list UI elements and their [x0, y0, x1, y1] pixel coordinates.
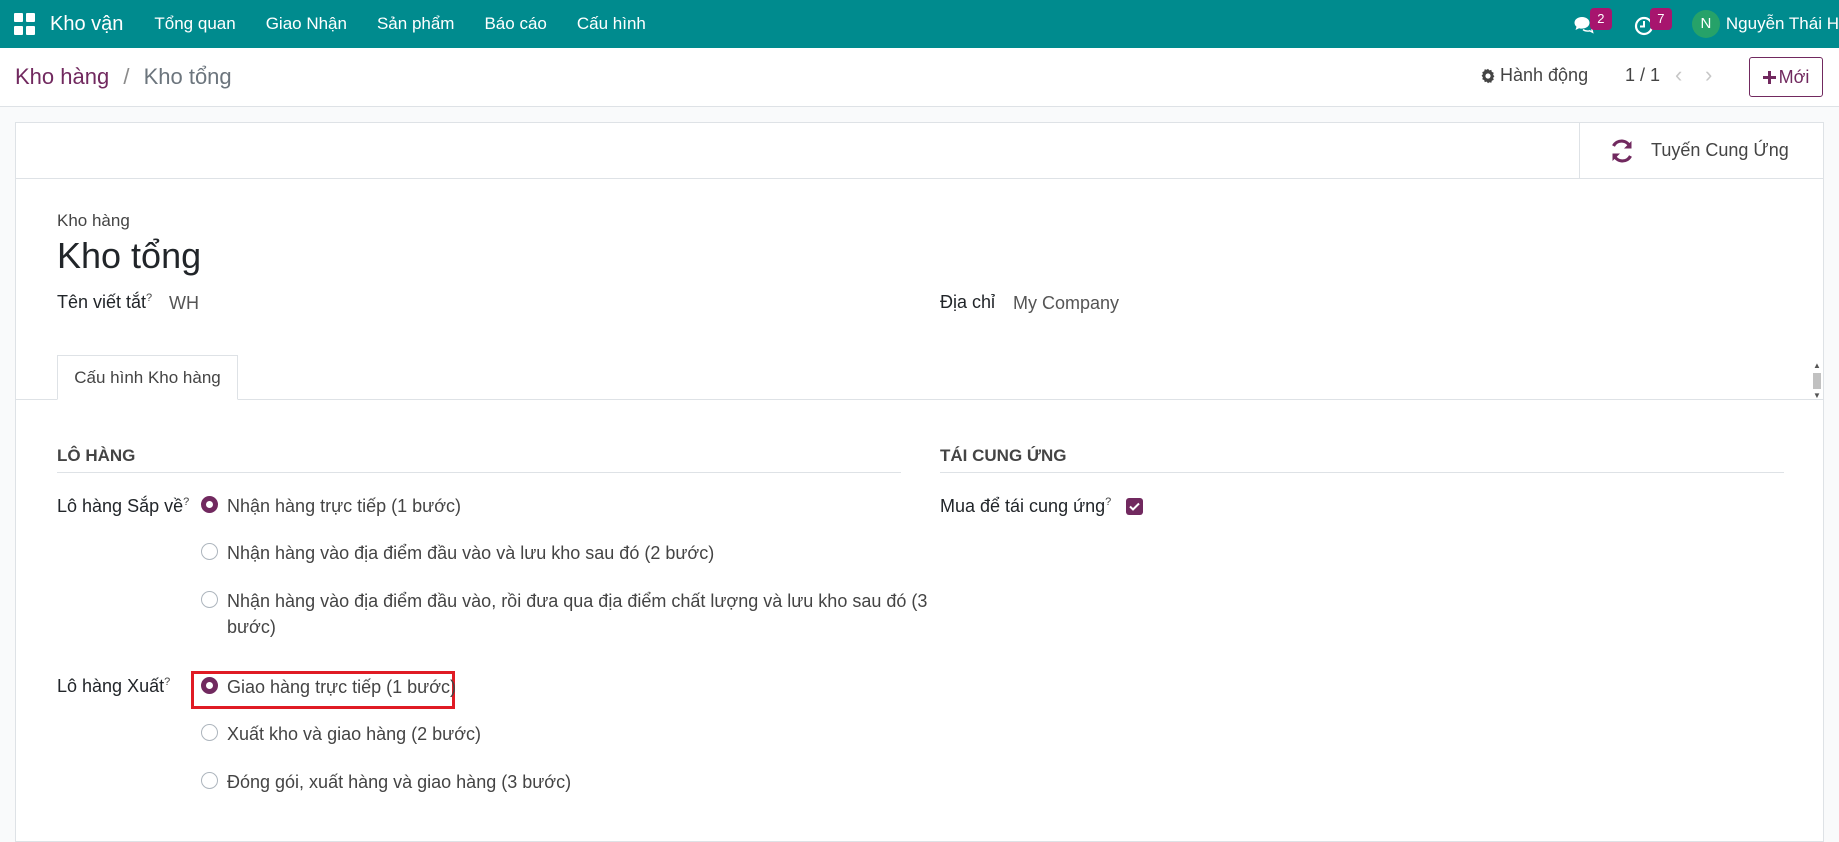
short-name-value[interactable]: WH: [169, 293, 199, 314]
menu-reports[interactable]: Báo cáo: [484, 14, 546, 34]
messages-badge: 2: [1589, 8, 1612, 30]
breadcrumb-parent[interactable]: Kho hàng: [15, 64, 109, 89]
activities-badge: 7: [1649, 8, 1672, 30]
tab-warehouse-config[interactable]: Cấu hình Kho hàng: [57, 355, 238, 400]
incoming-option-3[interactable]: Nhận hàng vào địa điểm đầu vào, rồi đưa …: [201, 588, 927, 640]
scroll-down-icon[interactable]: ▼: [1813, 391, 1821, 400]
outgoing-option-3[interactable]: Đóng gói, xuất hàng và giao hàng (3 bước…: [201, 769, 571, 795]
gear-icon: [1481, 68, 1495, 83]
user-name[interactable]: Nguyễn Thái H: [1726, 14, 1839, 34]
control-panel: Kho hàng / Kho tổng Hành động 1 / 1 ‹ › …: [0, 48, 1839, 107]
messages-button[interactable]: 2: [1572, 8, 1612, 38]
tab-scrollbar[interactable]: ▲ ▼: [1811, 361, 1823, 401]
pager-next-icon[interactable]: ›: [1705, 62, 1712, 88]
outgoing-shipments-label: Lô hàng Xuất?: [57, 676, 171, 696]
buy-to-resupply-checkbox[interactable]: [1126, 498, 1143, 515]
refresh-icon: [1612, 138, 1632, 163]
new-label: Mới: [1778, 66, 1810, 87]
routes-smart-button[interactable]: Tuyến Cung Ứng: [1579, 123, 1823, 178]
menu-products[interactable]: Sản phẩm: [377, 14, 455, 34]
radio-selected[interactable]: [201, 677, 218, 694]
form-sheet: Tuyến Cung Ứng Kho hàng Kho tổng Tên viế…: [15, 122, 1824, 842]
shipments-section-title: LÔ HÀNG: [57, 446, 901, 473]
action-label: Hành động: [1500, 65, 1589, 85]
incoming-option-2[interactable]: Nhận hàng vào địa điểm đầu vào và lưu kh…: [201, 540, 714, 566]
top-navbar: Kho vận Tổng quan Giao Nhận Sản phẩm Báo…: [0, 0, 1839, 48]
radio[interactable]: [201, 543, 218, 560]
record-title[interactable]: Kho tổng: [57, 235, 201, 277]
radio-selected[interactable]: [201, 496, 218, 513]
routes-label: Tuyến Cung Ứng: [1651, 140, 1789, 160]
address-value[interactable]: My Company: [1013, 293, 1119, 314]
short-name-label: Tên viết tắt?: [57, 292, 153, 312]
buy-to-resupply-label: Mua để tái cung ứng?: [940, 496, 1112, 516]
breadcrumb: Kho hàng / Kho tổng: [15, 64, 232, 90]
plus-icon: [1762, 70, 1776, 84]
help-mark: ?: [146, 292, 153, 304]
radio[interactable]: [201, 724, 218, 741]
pager-value[interactable]: 1 / 1: [1625, 65, 1660, 86]
apps-grid-icon[interactable]: [14, 13, 36, 35]
address-label: Địa chỉ: [940, 292, 996, 312]
incoming-option-1[interactable]: Nhận hàng trực tiếp (1 bước): [201, 493, 461, 519]
breadcrumb-separator: /: [123, 64, 130, 89]
new-record-button[interactable]: Mới: [1749, 57, 1823, 97]
pager-previous-icon[interactable]: ‹: [1675, 62, 1682, 88]
outgoing-option-2[interactable]: Xuất kho và giao hàng (2 bước): [201, 721, 481, 747]
smart-button-box: Tuyến Cung Ứng: [16, 123, 1823, 179]
breadcrumb-current: Kho tổng: [143, 64, 232, 89]
radio[interactable]: [201, 772, 218, 789]
radio[interactable]: [201, 591, 218, 608]
action-menu-button[interactable]: Hành động: [1480, 65, 1588, 86]
record-type-label: Kho hàng: [57, 211, 130, 230]
app-name[interactable]: Kho vận: [50, 13, 123, 36]
user-avatar[interactable]: N: [1691, 10, 1720, 38]
incoming-shipments-label: Lô hàng Sắp về?: [57, 496, 190, 516]
tab-divider: [16, 399, 1823, 400]
scroll-up-icon[interactable]: ▲: [1813, 361, 1821, 370]
menu-overview[interactable]: Tổng quan: [154, 14, 235, 34]
activities-button[interactable]: 7: [1632, 8, 1672, 38]
resupply-section-title: TÁI CUNG ỨNG: [940, 446, 1784, 473]
menu-transfers[interactable]: Giao Nhận: [266, 14, 347, 34]
scroll-thumb[interactable]: [1813, 373, 1821, 389]
check-icon: [1129, 502, 1140, 511]
outgoing-option-1[interactable]: Giao hàng trực tiếp (1 bước): [201, 674, 456, 700]
menu-configuration[interactable]: Cấu hình: [577, 14, 646, 34]
